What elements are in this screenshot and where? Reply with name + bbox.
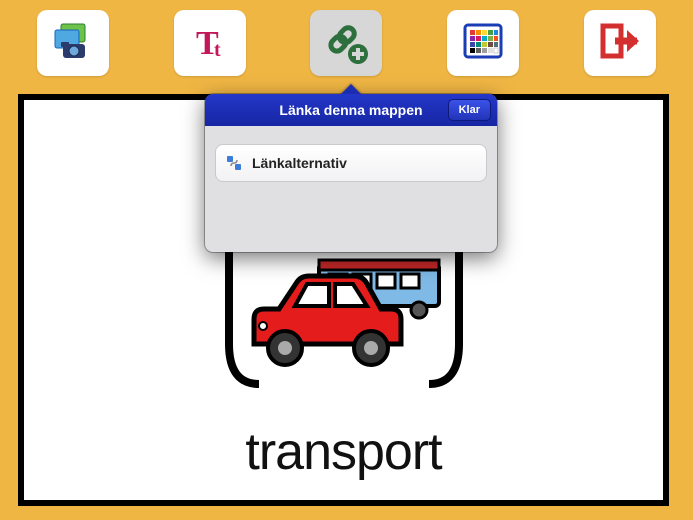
link-add-icon bbox=[320, 16, 372, 71]
svg-text:t: t bbox=[214, 39, 221, 61]
popover-done-label: Klar bbox=[459, 104, 480, 116]
toolbar-photos-button[interactable] bbox=[37, 10, 109, 76]
popover-body: Länkalternativ bbox=[205, 126, 497, 192]
toolbar-text-button[interactable]: T t bbox=[174, 10, 246, 76]
link-options-label: Länkalternativ bbox=[252, 155, 347, 171]
link-popover: Länka denna mappen Klar Länkalternativ bbox=[205, 94, 497, 252]
text-icon: T t bbox=[186, 20, 234, 67]
popover-header: Länka denna mappen Klar bbox=[205, 94, 497, 126]
toolbar-color-button[interactable] bbox=[447, 10, 519, 76]
exit-icon bbox=[597, 20, 643, 67]
card-label: transport bbox=[245, 418, 441, 500]
toolbar-link-button[interactable] bbox=[310, 10, 382, 76]
link-options-row[interactable]: Länkalternativ bbox=[215, 144, 487, 182]
link-options-icon bbox=[226, 155, 242, 171]
photos-icon bbox=[49, 20, 97, 67]
color-palette-icon bbox=[461, 21, 505, 66]
popover-done-button[interactable]: Klar bbox=[448, 99, 491, 121]
popover-title: Länka denna mappen bbox=[279, 102, 422, 118]
toolbar-exit-button[interactable] bbox=[584, 10, 656, 76]
toolbar: T t bbox=[0, 0, 693, 82]
